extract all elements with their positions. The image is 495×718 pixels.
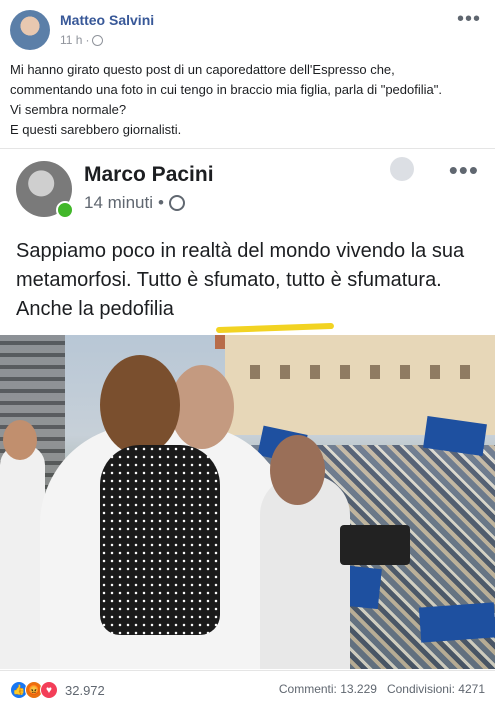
embedded-time: 14 minuti (84, 193, 153, 212)
window (370, 365, 380, 379)
person-head (270, 435, 325, 505)
person-head (3, 420, 37, 460)
embedded-post-text: Sappiamo poco in realtà del mondo vivend… (16, 240, 465, 320)
post-text-line: commentando una foto in cui tengo in bra… (10, 82, 442, 97)
flag (418, 602, 495, 643)
more-options-icon[interactable]: ••• (457, 8, 481, 31)
engagement-stats: Commenti: 13.229 Condivisioni: 4271 (279, 682, 485, 696)
person (0, 445, 45, 669)
comments-count[interactable]: Commenti: 13.229 (279, 682, 377, 696)
window (250, 365, 260, 379)
more-options-icon: ••• (448, 155, 479, 185)
window (280, 365, 290, 379)
reactions[interactable]: 👍 😡 ♥ 32.972 (10, 681, 105, 699)
camera (340, 525, 410, 565)
post-text: Mi hanno girato questo post di un capore… (10, 60, 485, 140)
rally-photo (0, 335, 495, 669)
window (400, 365, 410, 379)
post-footer: 👍 😡 ♥ 32.972 Commenti: 13.229 Condivisio… (0, 670, 495, 718)
post-header: Matteo Salvini 11 h · ••• (0, 0, 495, 56)
highlight-underline (215, 322, 335, 334)
person-head (100, 355, 180, 455)
shared-screenshot[interactable]: Marco Pacini 14 minuti • ••• Sappiamo po… (0, 148, 495, 669)
window (340, 365, 350, 379)
window (460, 365, 470, 379)
post-time[interactable]: 11 h (60, 33, 82, 47)
insights-icon (390, 157, 414, 181)
author-name[interactable]: Matteo Salvini (60, 12, 154, 28)
post-text-line: Vi sembra normale? (10, 102, 127, 117)
globe-icon (168, 195, 185, 211)
embedded-meta: 14 minuti • (84, 193, 185, 213)
avatar[interactable] (10, 10, 50, 50)
post-text-line: E questi sarebbero giornalisti. (10, 122, 182, 137)
online-indicator-icon (56, 201, 74, 219)
post-text-line: Mi hanno girato questo post di un capore… (10, 62, 395, 77)
post-meta: 11 h · (60, 33, 104, 47)
window (430, 365, 440, 379)
embedded-author-name: Marco Pacini (84, 163, 214, 186)
person (100, 445, 220, 635)
reactions-count[interactable]: 32.972 (65, 683, 105, 698)
globe-icon (92, 34, 104, 46)
person (260, 475, 350, 669)
shares-count[interactable]: Condivisioni: 4271 (387, 682, 485, 696)
window (310, 365, 320, 379)
love-reaction-icon: ♥ (40, 681, 58, 699)
